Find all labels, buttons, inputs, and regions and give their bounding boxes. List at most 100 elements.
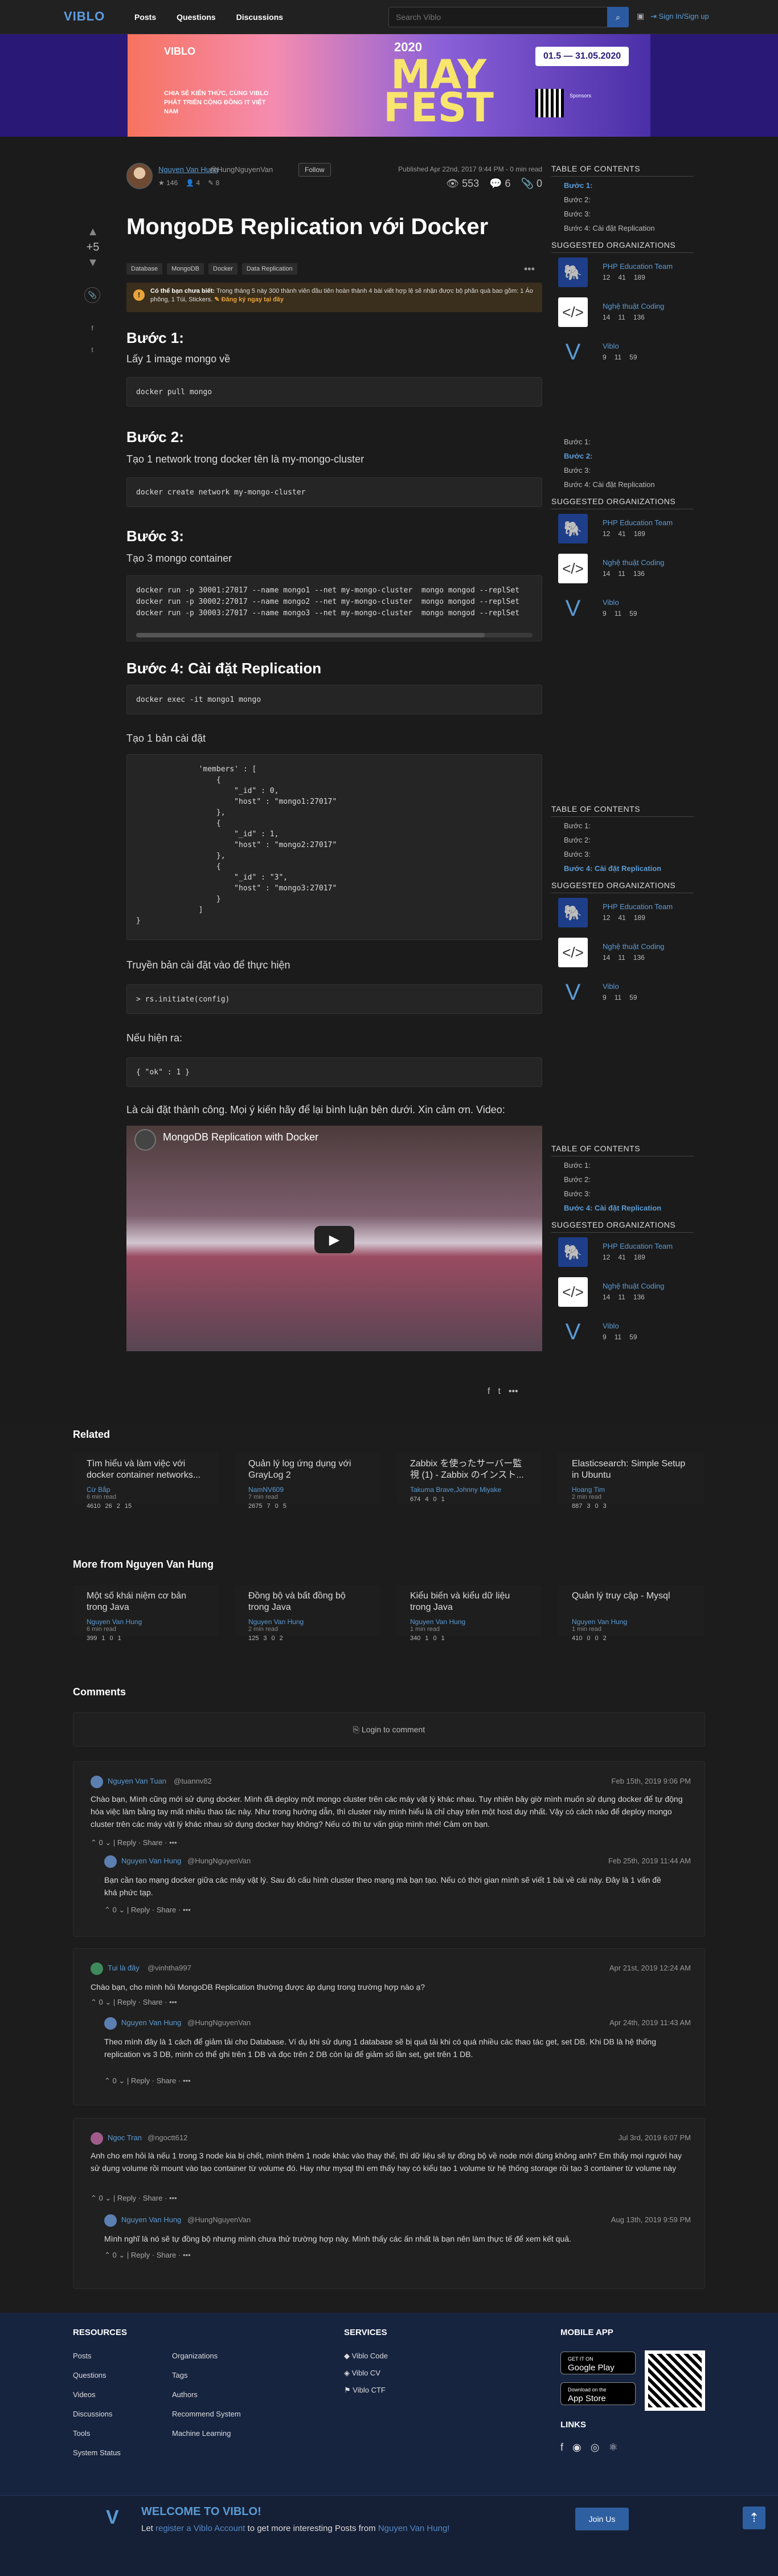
back-to-top-button[interactable]: ⇡	[743, 2507, 765, 2529]
commenter-name[interactable]: Nguyen Van Hung	[121, 2215, 181, 2224]
footer-link[interactable]: Posts	[73, 2352, 92, 2360]
org-name[interactable]: PHP Education Team	[603, 518, 673, 527]
downvote-icon[interactable]: ⌄	[105, 2194, 111, 2202]
share-button[interactable]: Share	[157, 1906, 177, 1914]
card-title[interactable]: Kiểu biến và kiểu dữ liệu trong Java	[410, 1590, 529, 1613]
more-card[interactable]: Kiểu biến và kiểu dữ liệu trong Java Nguy…	[396, 1585, 542, 1642]
more-options-icon[interactable]: •••	[524, 263, 535, 275]
org-name[interactable]: Viblo	[603, 342, 619, 350]
org-item[interactable]: V Viblo 9 11 59	[551, 978, 694, 1017]
upvote-icon[interactable]: ⌃	[91, 2194, 97, 2202]
commenter-avatar[interactable]	[91, 1962, 103, 1975]
toc-item[interactable]: Bước 4: Cài đặt Replication	[551, 864, 694, 873]
card-author[interactable]: Hoang Tim	[572, 1486, 690, 1494]
upvote-icon[interactable]: ⌃	[91, 1838, 97, 1847]
footer-link[interactable]: Recommend System	[172, 2410, 241, 2418]
chrome-icon[interactable]: ◎	[591, 2442, 600, 2454]
toc-item[interactable]: Bước 1:	[551, 181, 694, 190]
more-options-icon[interactable]: •••	[183, 2251, 191, 2259]
tag[interactable]: Database	[126, 263, 163, 275]
footer-link[interactable]: System Status	[73, 2448, 121, 2457]
tag[interactable]: Data Replication	[241, 263, 297, 275]
org-item[interactable]: V Viblo 9 11 59	[551, 594, 694, 633]
related-card[interactable]: Zabbix を使ったサーバー監視 (1) - Zabbix のインスト... T…	[396, 1453, 542, 1504]
more-card[interactable]: Quản lý truy cập - Mysql Nguyen Van Hung 1…	[558, 1585, 704, 1642]
more-card[interactable]: Đồng bộ và bất đồng bộ trong Java Nguyen …	[235, 1585, 380, 1642]
toc-item[interactable]: Bước 3:	[551, 210, 694, 218]
more-options-icon[interactable]: •••	[183, 1906, 191, 1914]
toc-item[interactable]: Bước 3:	[551, 1189, 694, 1198]
toc-item[interactable]: Bước 2:	[551, 1175, 694, 1184]
card-author[interactable]: NamNV609	[248, 1486, 367, 1494]
org-item[interactable]: 🐘 PHP Education Team 12 41 189	[551, 514, 694, 554]
reply-button[interactable]: Reply	[117, 1998, 136, 2006]
org-item[interactable]: 🐘 PHP Education Team 12 41 189	[551, 1237, 694, 1277]
reply-button[interactable]: Reply	[117, 1838, 136, 1847]
follow-button[interactable]: Follow	[298, 163, 331, 177]
card-title[interactable]: Quản lý log ứng dụng với GrayLog 2	[248, 1458, 367, 1481]
card-author[interactable]: Nguyen Van Hung	[572, 1618, 690, 1626]
code-scrollbar[interactable]	[136, 633, 533, 637]
tag[interactable]: MongoDB	[167, 263, 204, 275]
login-to-comment[interactable]: ⎘ Login to comment	[73, 1712, 705, 1747]
app-store-button[interactable]: Download on the App Store	[560, 2382, 636, 2405]
footer-link[interactable]: Authors	[172, 2390, 198, 2399]
tag[interactable]: Docker	[208, 263, 238, 275]
card-author[interactable]: Nguyen Van Hung	[87, 1618, 205, 1626]
nav-questions[interactable]: Questions	[177, 13, 215, 22]
downvote-icon[interactable]: ⌄	[105, 1838, 111, 1847]
facebook-icon[interactable]: f	[84, 320, 100, 336]
org-name[interactable]: PHP Education Team	[603, 262, 673, 271]
footer-service-link[interactable]: ⚑ Viblo CTF	[344, 2386, 386, 2395]
nav-discussions[interactable]: Discussions	[236, 13, 283, 22]
toc-item[interactable]: Bước 2:	[551, 195, 694, 204]
notice-register-link[interactable]: ✎ Đăng ký ngay tại đây	[214, 296, 284, 303]
footer-service-link[interactable]: ◈ Viblo CV	[344, 2369, 380, 2378]
toc-item[interactable]: Bước 3:	[551, 466, 694, 475]
org-name[interactable]: Viblo	[603, 1322, 619, 1330]
signin-link[interactable]: ⇥ Sign In/Sign up	[650, 12, 709, 21]
org-name[interactable]: Viblo	[603, 982, 619, 991]
downvote-icon[interactable]: ⌄	[118, 1906, 125, 1914]
toc-item[interactable]: Bước 3:	[551, 850, 694, 858]
more-card[interactable]: Một số khái niệm cơ bản trong Java Nguyen…	[73, 1585, 219, 1642]
related-card[interactable]: Elasticsearch: Simple Setup in Ubuntu Hoa…	[558, 1453, 704, 1510]
upvote-icon[interactable]: ⌃	[104, 1906, 110, 1914]
org-name[interactable]: Viblo	[603, 598, 619, 607]
mayfest-banner[interactable]: VIBLO CHIA SẺ KIẾN THỨC, CÙNG VIBLO PHÁT…	[0, 34, 778, 137]
reply-button[interactable]: Reply	[131, 1906, 150, 1914]
footer-link[interactable]: Machine Learning	[172, 2429, 231, 2438]
footer-link[interactable]: Videos	[73, 2390, 96, 2399]
commenter-name[interactable]: Ngoc Tran	[108, 2133, 142, 2142]
downvote-icon[interactable]: ⌄	[118, 2251, 125, 2259]
reply-button[interactable]: Reply	[131, 2251, 150, 2259]
card-title[interactable]: Quản lý truy cập - Mysql	[572, 1590, 690, 1613]
org-item[interactable]: 🐘 PHP Education Team 12 41 189	[551, 257, 694, 297]
card-author[interactable]: Takuma Brave,Johnny Miyake	[410, 1486, 529, 1494]
upvote-icon[interactable]: ⌃	[104, 2076, 110, 2085]
toc-item[interactable]: Bước 4: Cài đặt Replication	[551, 480, 694, 489]
downvote-icon[interactable]: ⌄	[105, 1998, 111, 2006]
share-button[interactable]: Share	[143, 1998, 163, 2006]
toc-item[interactable]: Bước 4: Cài đặt Replication	[551, 1204, 694, 1212]
related-card[interactable]: Tìm hiểu và làm việc với docker containe…	[73, 1453, 219, 1510]
more-options-icon[interactable]: •••	[169, 1838, 177, 1847]
atom-icon[interactable]: ⚛	[608, 2442, 617, 2454]
footer-link[interactable]: Tags	[172, 2371, 187, 2379]
org-name[interactable]: PHP Education Team	[603, 1242, 673, 1250]
card-title[interactable]: Tìm hiểu và làm việc với docker containe…	[87, 1458, 205, 1481]
toc-item[interactable]: Bước 2:	[551, 452, 694, 460]
commenter-avatar[interactable]	[91, 1776, 103, 1788]
more-options-icon[interactable]: •••	[509, 1387, 518, 1397]
search-input[interactable]	[389, 7, 605, 27]
footer-link[interactable]: Organizations	[172, 2352, 218, 2360]
twitter-icon[interactable]: t	[84, 342, 100, 358]
upvote-icon[interactable]: ⌃	[91, 1998, 97, 2006]
share-button[interactable]: Share	[143, 1838, 163, 1847]
downvote-icon[interactable]: ▼	[84, 256, 101, 269]
footer-service-link[interactable]: ◆ Viblo Code	[344, 2352, 388, 2361]
commenter-name[interactable]: Nguyen Van Hung	[121, 1857, 181, 1865]
youtube-video[interactable]: MongoDB Replication with Docker ▶	[126, 1126, 542, 1351]
org-item[interactable]: </> Nghệ thuật Coding 14 11 136	[551, 938, 694, 978]
card-title[interactable]: Đồng bộ và bất đồng bộ trong Java	[248, 1590, 367, 1613]
